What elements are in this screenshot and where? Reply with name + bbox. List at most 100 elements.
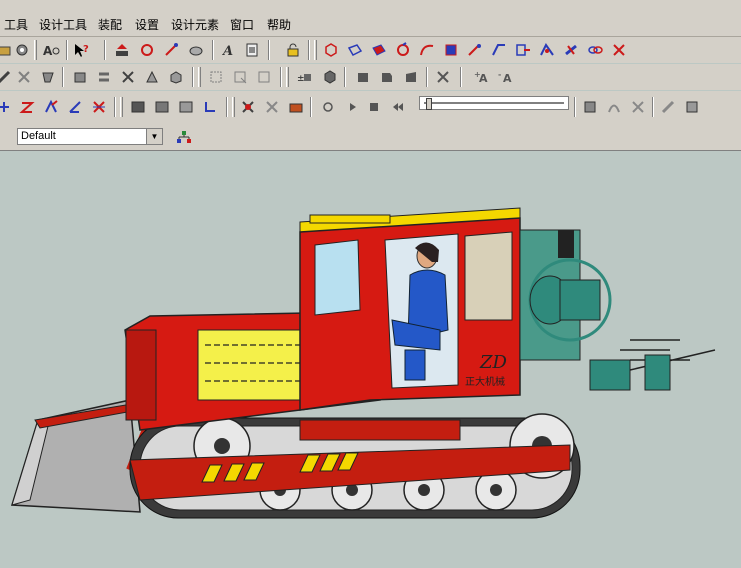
font-size-icon[interactable]: + A [472,67,492,87]
svg-text:?: ? [83,44,89,55]
tractor-model: ZD 正大机械 [11,207,716,519]
svg-text:A: A [479,72,488,85]
cube-edge-icon[interactable] [345,40,365,60]
gear-icon[interactable] [12,40,32,60]
move-icon[interactable] [0,97,14,117]
mesh-icon[interactable] [320,67,340,87]
axis-icon[interactable] [65,97,85,117]
frame-icon[interactable] [176,97,196,117]
font-size-icon[interactable]: -A [496,67,516,87]
rotate-icon[interactable] [137,40,157,60]
delete-icon[interactable] [89,97,109,117]
rect-select-icon[interactable] [206,67,226,87]
play-icon[interactable] [342,97,362,117]
scale-icon[interactable] [17,97,37,117]
separator [114,97,116,117]
pan-icon[interactable] [441,40,461,60]
toolbar-animation [0,91,741,124]
shape-icon[interactable] [166,67,186,87]
export-icon[interactable] [513,40,533,60]
draw-icon[interactable] [489,40,509,60]
rotate-view-icon[interactable] [393,40,413,60]
separator [310,97,312,117]
toolbar-grip[interactable] [34,40,37,60]
frame-icon[interactable] [128,97,148,117]
menu-design-elements[interactable]: 设计元素 [171,16,219,33]
face-icon[interactable] [401,67,421,87]
stop-icon[interactable] [364,97,384,117]
separator [212,40,214,60]
separator [344,67,346,87]
corner-icon[interactable] [200,97,220,117]
3d-viewport[interactable]: ZD 正大机械 [0,151,741,565]
toolbar-grip[interactable] [286,67,289,87]
lock-icon[interactable] [283,40,303,60]
separator [460,67,462,87]
path-icon[interactable] [628,97,648,117]
separator [308,40,310,60]
document-icon[interactable] [242,40,262,60]
face-icon[interactable] [377,67,397,87]
shape-icon[interactable] [142,67,162,87]
tool-icon[interactable] [0,67,14,87]
add-icon[interactable]: ± [295,67,315,87]
film-icon[interactable] [580,97,600,117]
toolbar-standard: A ? A [0,37,741,63]
tools-icon[interactable] [609,40,629,60]
tool-icon[interactable] [262,97,282,117]
camera-icon[interactable] [286,97,306,117]
timeline-slider[interactable] [419,96,569,110]
tool-icon[interactable] [38,67,58,87]
motion-icon[interactable] [604,97,624,117]
find-icon[interactable]: A [42,40,62,60]
upload-icon[interactable] [112,40,132,60]
chain-icon[interactable] [585,40,605,60]
style-dropdown[interactable]: Default ▼ [17,128,163,145]
chevron-down-icon[interactable]: ▼ [146,129,162,144]
frame-icon[interactable] [152,97,172,117]
render-icon[interactable] [682,97,702,117]
menu-design-tools[interactable]: 设计工具 [39,16,87,33]
cube-view-icon[interactable] [321,40,341,60]
toolbar-grip[interactable] [314,40,317,60]
tool-icon[interactable] [14,67,34,87]
transform-icon[interactable] [118,67,138,87]
rotate-icon[interactable] [41,97,61,117]
face-icon[interactable] [353,67,373,87]
toolbar-grip[interactable] [232,97,235,117]
select-icon[interactable] [238,97,258,117]
help-pointer-icon[interactable]: ? [72,40,92,60]
menu-settings[interactable]: 设置 [135,16,159,33]
tool-icon[interactable] [658,97,678,117]
link-icon[interactable] [94,67,114,87]
svg-text:A: A [503,72,512,85]
curve-icon[interactable] [417,40,437,60]
cube-face-icon[interactable] [369,40,389,60]
rewind-icon[interactable] [388,97,408,117]
mirror-icon[interactable] [537,40,557,60]
toolbar-grip[interactable] [198,67,201,87]
hierarchy-icon[interactable] [174,127,194,147]
text-icon[interactable]: A [218,40,238,60]
record-icon[interactable] [318,97,338,117]
svg-text:±: ± [297,74,305,84]
orbit-icon[interactable] [465,40,485,60]
sketch-icon[interactable] [162,40,182,60]
menu-assembly[interactable]: 装配 [98,16,122,33]
separator [66,40,68,60]
separator [104,40,106,60]
menu-tools[interactable]: 工具 [4,16,28,33]
rect-select-icon[interactable] [254,67,274,87]
separator [574,97,576,117]
part-icon[interactable] [70,67,90,87]
measure-icon[interactable] [186,40,206,60]
menu-window[interactable]: 窗口 [230,16,254,33]
settings-icon[interactable] [433,67,453,87]
rect-select-icon[interactable] [230,67,250,87]
menu-help[interactable]: 帮助 [267,16,291,33]
link-icon[interactable] [561,40,581,60]
separator [192,67,194,87]
toolbar-grip[interactable] [120,97,123,117]
timeline-thumb[interactable] [426,98,432,110]
toolbar-assembly: ± + A -A [0,64,741,90]
